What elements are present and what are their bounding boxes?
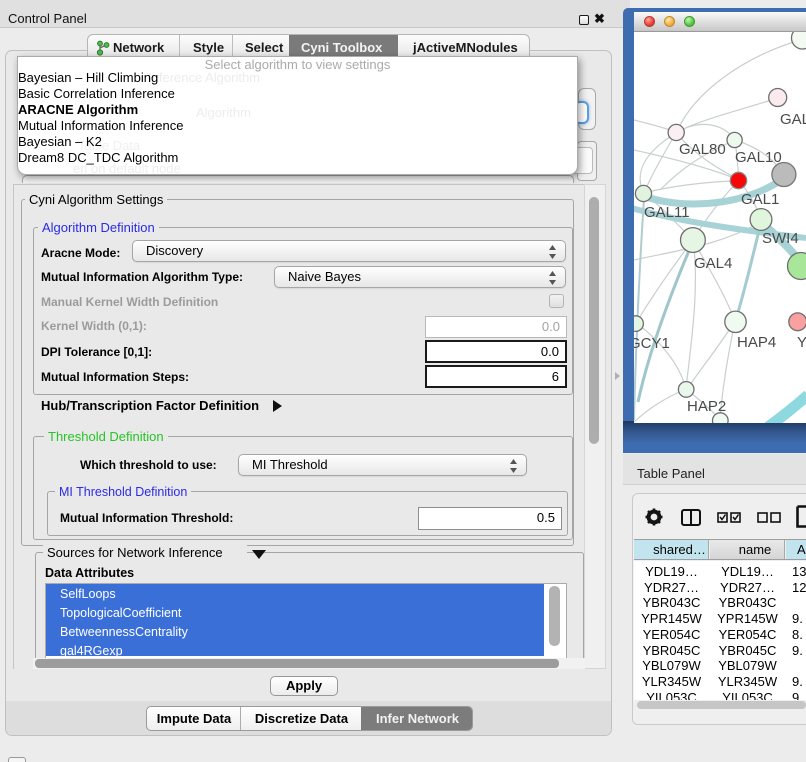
svg-text:GCY1: GCY1 [634, 335, 670, 352]
svg-text:SWI4: SWI4 [762, 230, 799, 247]
svg-text:GAL10: GAL10 [735, 149, 782, 166]
svg-text:GAL1: GAL1 [741, 191, 779, 208]
svg-text:GAL4: GAL4 [694, 255, 732, 272]
svg-text:YJ: YJ [797, 334, 806, 351]
svg-text:GAL7: GAL7 [780, 111, 806, 128]
svg-text:GAL11: GAL11 [644, 204, 690, 221]
svg-text:HAP4: HAP4 [737, 334, 776, 351]
svg-text:HAP2: HAP2 [687, 398, 726, 415]
svg-text:GAL80: GAL80 [679, 141, 726, 158]
